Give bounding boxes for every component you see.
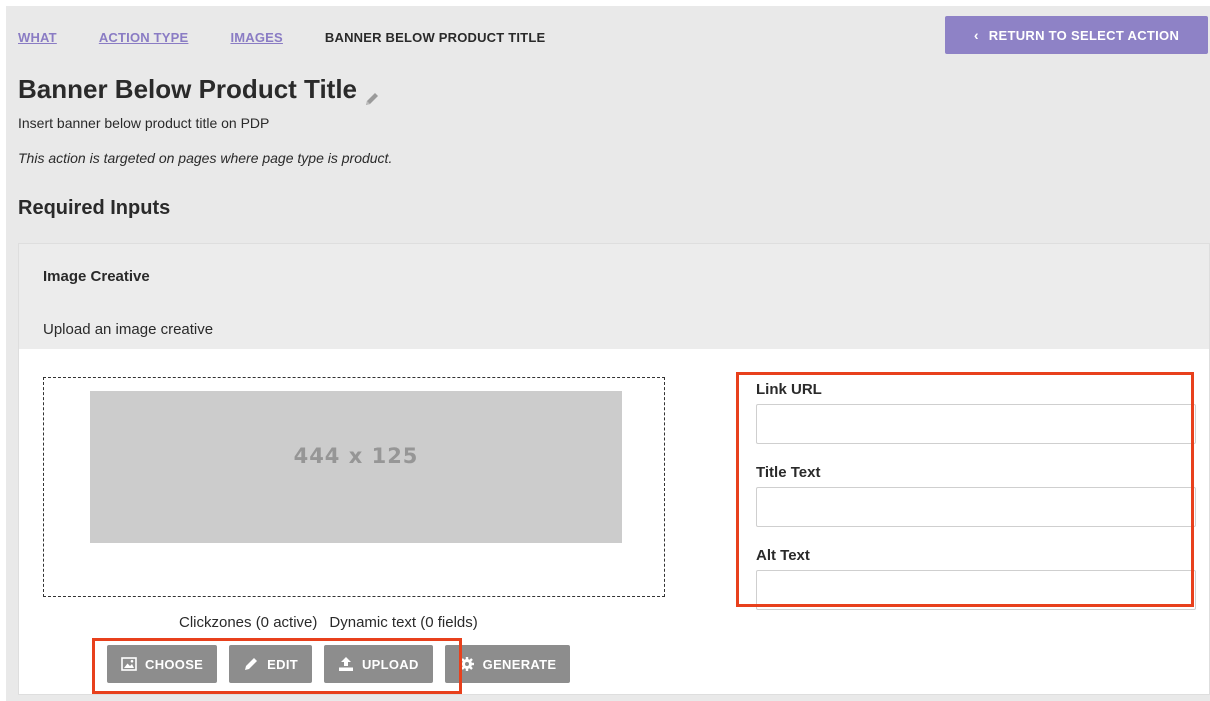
title-text-input[interactable]	[756, 487, 1196, 527]
gear-icon	[459, 656, 475, 672]
breadcrumb-what[interactable]: WHAT	[18, 30, 57, 45]
targeting-note: This action is targeted on pages where p…	[18, 150, 393, 166]
edit-button[interactable]: EDIT	[229, 645, 312, 683]
upload-button[interactable]: UPLOAD	[323, 645, 433, 683]
required-inputs-heading: Required Inputs	[18, 197, 171, 219]
choose-label: CHOOSE	[145, 656, 204, 672]
card-title: Image Creative	[43, 268, 150, 285]
link-url-label: Link URL	[756, 381, 822, 398]
generate-label: GENERATE	[482, 656, 557, 672]
return-button-label: RETURN TO SELECT ACTION	[988, 27, 1180, 43]
breadcrumb-current: BANNER BELOW PRODUCT TITLE	[324, 30, 546, 45]
card-header: Image Creative Upload an image creative	[19, 244, 1209, 349]
image-icon	[121, 657, 137, 671]
choose-button[interactable]: CHOOSE	[107, 645, 218, 683]
action-description: Insert banner below product title on PDP	[18, 115, 270, 131]
pencil-icon[interactable]	[363, 84, 381, 105]
image-placeholder: 444 x 125	[90, 391, 622, 543]
generate-button[interactable]: GENERATE	[444, 645, 571, 683]
pencil-icon	[243, 656, 259, 672]
card-description: Upload an image creative	[43, 321, 214, 338]
breadcrumb-images[interactable]: IMAGES	[230, 30, 282, 45]
upload-label: UPLOAD	[361, 656, 419, 672]
page-title: Banner Below Product Title	[18, 74, 381, 105]
upload-icon	[338, 656, 354, 672]
image-preview-frame[interactable]: 444 x 125	[43, 377, 665, 597]
title-text-label: Title Text	[756, 464, 821, 481]
image-creative-card: Image Creative Upload an image creative …	[18, 243, 1210, 695]
chevron-left-icon: ‹	[973, 27, 979, 43]
edit-label: EDIT	[267, 656, 298, 672]
alt-text-input[interactable]	[756, 570, 1196, 610]
page-title-text: Banner Below Product Title	[18, 74, 358, 104]
alt-text-label: Alt Text	[756, 547, 810, 564]
creative-actions: CHOOSE EDIT UPLOAD GENERATE	[107, 645, 571, 683]
link-url-input[interactable]	[756, 404, 1196, 444]
return-to-select-action-button[interactable]: ‹ RETURN TO SELECT ACTION	[945, 16, 1208, 54]
link-fields: Link URL Title Text Alt Text	[756, 381, 1198, 610]
breadcrumb-action-type[interactable]: ACTION TYPE	[99, 30, 189, 45]
creative-meta: Clickzones (0 active) Dynamic text (0 fi…	[179, 614, 478, 631]
page-background: WHAT ACTION TYPE IMAGES BANNER BELOW PRO…	[6, 6, 1210, 701]
dynamic-text-link[interactable]: Dynamic text (0 fields)	[329, 614, 477, 631]
clickzones-link[interactable]: Clickzones (0 active)	[179, 614, 317, 631]
breadcrumb: WHAT ACTION TYPE IMAGES BANNER BELOW PRO…	[18, 30, 587, 45]
